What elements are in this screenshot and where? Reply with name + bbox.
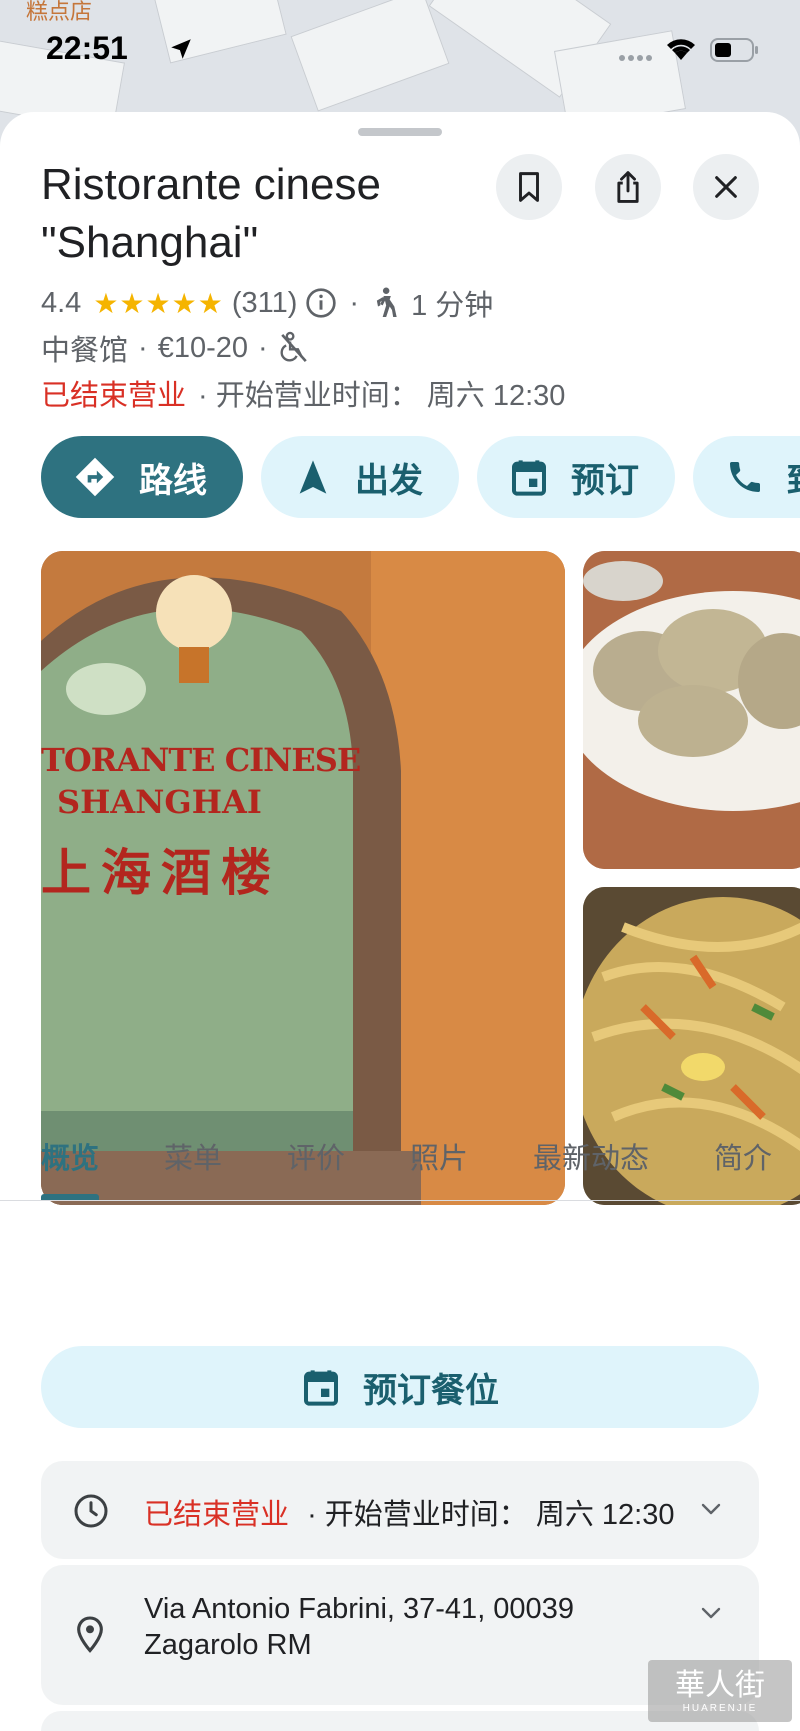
call-button[interactable]: 致电 [693, 436, 800, 518]
separator-dot: · [258, 331, 268, 364]
info-icon[interactable] [305, 287, 337, 319]
separator-dot: · [138, 331, 148, 364]
review-count[interactable]: (311) [232, 287, 298, 320]
no-wheelchair-icon [280, 331, 307, 362]
start-navigation-button[interactable]: 出发 [261, 436, 459, 518]
hours-opens: · 开始营业时间： 周六 12:30 [307, 1499, 675, 1531]
rating-stars: ★★★★★ [93, 287, 224, 319]
start-label: 出发 [355, 461, 423, 500]
photo-dumplings[interactable] [583, 551, 800, 869]
address-line-2: Zagarolo RM [144, 1629, 312, 1661]
hours-closed: 已结束营业 [144, 1499, 290, 1531]
battery-icon [710, 38, 758, 62]
rating-row: 4.4 ★★★★★ (311) · 1 分钟 [41, 282, 493, 324]
place-sheet: Ristorante cinese "Shanghai" 4.4 ★★★★★ (… [0, 112, 800, 1731]
watermark-logo: 華人街 HUARENJIE [648, 1660, 792, 1722]
reserve-table-button[interactable]: 预订餐位 [41, 1346, 759, 1428]
dumplings-photo [583, 551, 800, 869]
tab-bar: 概览 菜单 评价 照片 最新动态 简介 [0, 1105, 800, 1201]
address-text: Via Antonio Fabrini, 37-41, 00039 Zagaro… [144, 1591, 574, 1663]
clock-icon [74, 1494, 108, 1528]
close-icon [715, 176, 737, 198]
walk-time: 1 分钟 [411, 290, 494, 322]
tab-about[interactable]: 简介 [714, 1135, 772, 1177]
sign-line-3: 上海酒楼 [41, 843, 281, 902]
rating-value: 4.4 [41, 286, 82, 319]
cellular-signal-icon [619, 55, 652, 61]
place-category: 中餐馆 [41, 335, 129, 367]
directions-icon [75, 457, 115, 497]
hours-card[interactable]: 已结束营业 · 开始营业时间： 周六 12:30 [41, 1461, 759, 1559]
save-button[interactable] [496, 154, 562, 220]
share-icon [617, 171, 639, 203]
reserve-pill-button[interactable]: 预订 [477, 436, 675, 518]
wifi-icon [667, 39, 695, 60]
directions-label: 路线 [139, 461, 207, 500]
opening-time: · 开始营业时间： 周六 12:30 [198, 380, 566, 412]
address-line-1: Via Antonio Fabrini, 37-41, 00039 [144, 1593, 574, 1625]
status-bar: 22:51 [0, 0, 800, 100]
watermark-en: HUARENJIE [682, 1702, 758, 1714]
tab-reviews[interactable]: 评价 [287, 1135, 345, 1177]
category-row: 中餐馆 · €10-20 · [41, 327, 310, 369]
separator-dot: · [349, 286, 360, 319]
tab-updates[interactable]: 最新动态 [533, 1135, 649, 1177]
active-tab-indicator [41, 1194, 99, 1200]
calendar-icon [304, 1370, 338, 1406]
reserve-table-label: 预订餐位 [363, 1371, 499, 1410]
sign-line-2: SHANGHAI [57, 783, 262, 821]
watermark-cn: 華人街 [675, 1667, 765, 1703]
tab-overview[interactable]: 概览 [41, 1135, 99, 1177]
tab-menu[interactable]: 菜单 [164, 1135, 222, 1177]
chevron-down-icon[interactable] [699, 1603, 723, 1623]
phone-icon [730, 462, 760, 492]
status-time: 22:51 [46, 30, 128, 66]
navigation-icon [299, 460, 327, 494]
sheet-grabber[interactable] [358, 128, 442, 136]
closed-status: 已结束营业 [41, 380, 187, 412]
tab-photos[interactable]: 照片 [410, 1135, 468, 1177]
share-button[interactable] [595, 154, 661, 220]
hours-summary-row[interactable]: 已结束营业 · 开始营业时间： 周六 12:30 [41, 372, 565, 414]
bookmark-icon [519, 172, 539, 202]
location-arrow-icon [171, 39, 191, 59]
reserve-label: 预订 [571, 461, 639, 500]
directions-button[interactable]: 路线 [41, 436, 243, 518]
place-title: Ristorante cinese "Shanghai" [41, 160, 381, 267]
sign-text: TORANTE CINESE SHANGHAI 上海酒楼 [41, 741, 361, 905]
call-label: 致电 [787, 453, 800, 502]
price-range: €10-20 [157, 331, 248, 364]
hours-text: 已结束营业 · 开始营业时间： 周六 12:30 [144, 1491, 674, 1533]
location-pin-icon [77, 1616, 103, 1653]
calendar-icon [512, 460, 546, 496]
sign-line-1: TORANTE CINESE [41, 741, 361, 779]
chevron-down-icon[interactable] [699, 1499, 723, 1519]
close-button[interactable] [693, 154, 759, 220]
walk-icon [376, 287, 397, 317]
action-buttons-row: 路线 出发 预订 致电 [41, 436, 800, 518]
